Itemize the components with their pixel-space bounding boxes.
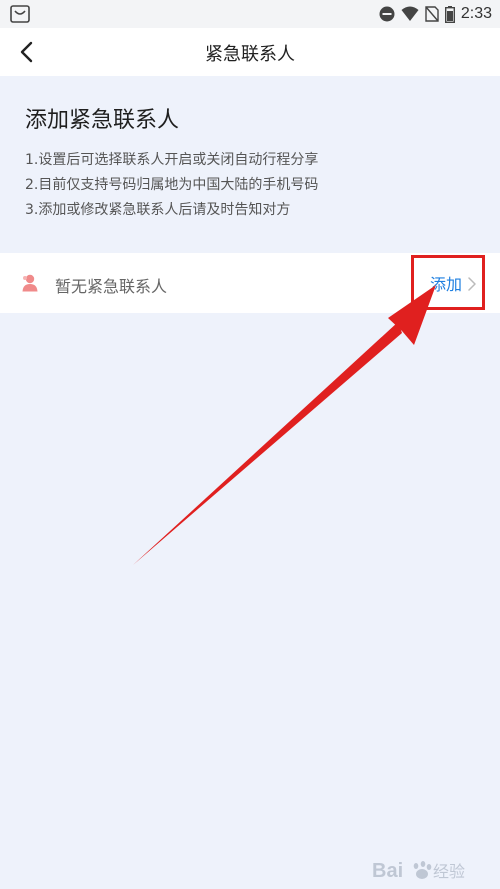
do-not-disturb-icon <box>379 6 395 22</box>
info-list: 1.设置后可选择联系人开启或关闭自动行程分享 2.目前仅支持号码归属地为中国大陆… <box>25 148 318 223</box>
info-heading: 添加紧急联系人 <box>25 108 180 133</box>
info-line: 2.目前仅支持号码归属地为中国大陆的手机号码 <box>25 177 319 193</box>
shopping-bag-icon <box>10 5 30 23</box>
info-line: 3.添加或修改紧急联系人后请及时告知对方 <box>25 202 291 218</box>
chevron-right-icon <box>468 277 476 291</box>
info-section: 添加紧急联系人 1.设置后可选择联系人开启或关闭自动行程分享 2.目前仅支持号码… <box>0 76 500 252</box>
svg-text:经验: 经验 <box>433 862 465 881</box>
svg-text:Bai: Bai <box>372 860 403 882</box>
status-time: 2:33 <box>460 5 492 22</box>
person-icon <box>22 274 38 292</box>
battery-icon <box>444 5 455 23</box>
page-title: 紧急联系人 <box>205 44 295 65</box>
add-contact-label: 添加 <box>430 274 463 294</box>
no-sim-icon <box>425 6 439 22</box>
wifi-icon <box>401 6 419 21</box>
add-contact-button[interactable]: 添加 <box>411 255 485 310</box>
status-bar: 2:33 <box>0 0 500 28</box>
info-line: 1.设置后可选择联系人开启或关闭自动行程分享 <box>25 152 319 168</box>
empty-contacts-text: 暂无紧急联系人 <box>55 277 168 296</box>
status-icons: 2:33 <box>379 4 492 24</box>
baidu-watermark-logo: Bai 经验 <box>372 860 465 882</box>
nav-bar: 紧急联系人 <box>0 28 500 76</box>
